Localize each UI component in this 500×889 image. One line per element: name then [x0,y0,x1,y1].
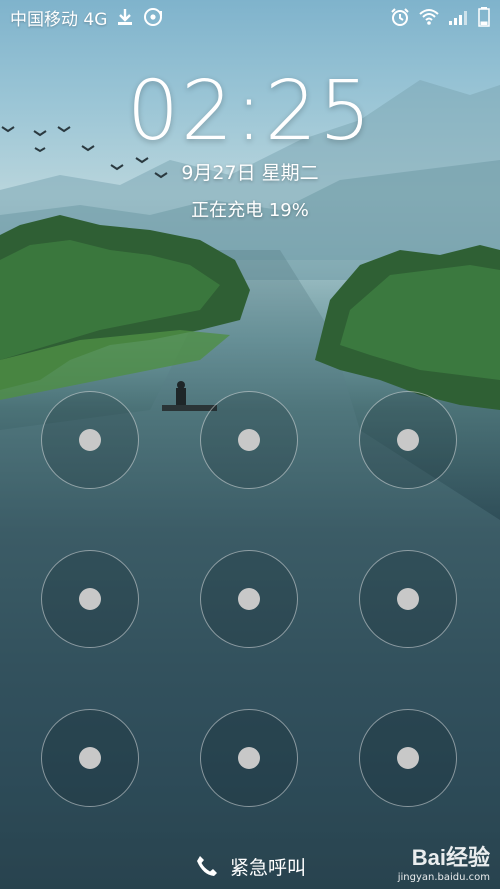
pattern-dot [238,429,260,451]
pattern-node-2[interactable] [200,391,298,489]
phone-icon [194,853,220,879]
watermark-brand: Bai经验 [411,845,490,870]
pattern-node-3[interactable] [359,391,457,489]
pattern-dot [397,588,419,610]
pattern-node-6[interactable] [359,550,457,648]
emergency-call-label: 紧急呼叫 [229,856,306,879]
baidu-watermark: Bai经验 jingyan.baidu.com [398,840,490,883]
pattern-node-9[interactable] [359,709,457,807]
pattern-dot [79,429,101,451]
pattern-dot [79,588,101,610]
pattern-node-7[interactable] [41,709,139,807]
pattern-lock[interactable] [0,0,500,889]
pattern-dot [238,588,260,610]
pattern-dot [397,429,419,451]
watermark-url: jingyan.baidu.com [397,872,490,883]
pattern-node-8[interactable] [200,709,298,807]
pattern-node-1[interactable] [41,391,139,489]
pattern-dot [238,747,260,769]
pattern-dot [79,747,101,769]
pattern-dot [397,747,419,769]
pattern-node-4[interactable] [41,550,139,648]
pattern-node-5[interactable] [200,550,298,648]
